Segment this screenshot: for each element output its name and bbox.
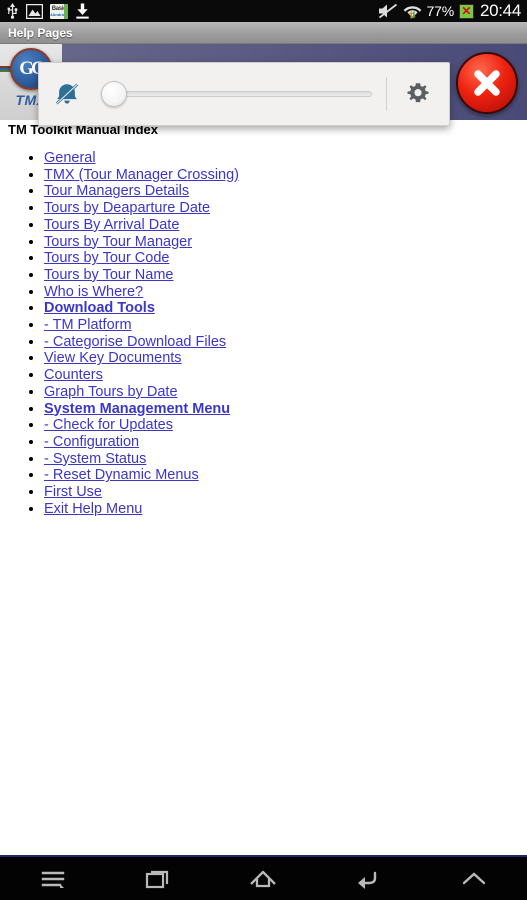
basic4android-icon: Basic 4Android	[50, 3, 68, 19]
ringer-muted-icon[interactable]	[39, 82, 95, 106]
list-item[interactable]: - System Status	[44, 451, 519, 468]
home-icon	[250, 870, 277, 887]
list-item[interactable]: First Use	[44, 484, 519, 501]
clock-label: 20:44	[479, 1, 521, 20]
usb-icon	[6, 3, 19, 19]
help-link[interactable]: - Categorise Download Files	[44, 334, 226, 350]
help-link[interactable]: Tour Managers Details	[44, 183, 189, 199]
list-item[interactable]: Tours by Tour Name	[44, 267, 519, 284]
help-link[interactable]: Graph Tours by Date	[44, 384, 178, 400]
chevron-up-icon	[463, 871, 486, 884]
sound-settings-button[interactable]	[387, 80, 449, 108]
list-item[interactable]: Exit Help Menu	[44, 501, 519, 518]
list-item[interactable]: View Key Documents	[44, 350, 519, 367]
recent-apps-icon	[145, 870, 169, 888]
list-item[interactable]: Tours by Deaparture Date	[44, 200, 519, 217]
volume-slider[interactable]	[95, 78, 386, 110]
help-link[interactable]: - TM Platform	[44, 317, 132, 333]
volume-overlay-panel[interactable]	[38, 62, 450, 126]
app-title-bar: Help Pages	[0, 22, 527, 44]
close-icon	[474, 70, 500, 96]
device-screen: Basic 4Android 77% ✕ 20:44 Help Pages GG…	[0, 0, 527, 900]
list-item[interactable]: Tours by Tour Manager	[44, 234, 519, 251]
back-button[interactable]	[321, 856, 416, 900]
help-link[interactable]: Download Tools	[44, 300, 155, 316]
list-item[interactable]: - Reset Dynamic Menus	[44, 467, 519, 484]
list-item[interactable]: - Check for Updates	[44, 417, 519, 434]
help-link[interactable]: Tours by Tour Manager	[44, 234, 192, 250]
help-link[interactable]: System Management Menu	[44, 401, 230, 417]
battery-error-icon: ✕	[458, 3, 474, 19]
list-item[interactable]: Tour Managers Details	[44, 183, 519, 200]
list-item[interactable]: General	[44, 150, 519, 167]
help-link[interactable]: Tours by Tour Name	[44, 267, 173, 283]
help-link[interactable]: - Reset Dynamic Menus	[44, 467, 199, 483]
menu-button[interactable]	[5, 856, 100, 900]
app-title: Help Pages	[8, 25, 73, 40]
home-button[interactable]	[216, 856, 311, 900]
help-link[interactable]: Exit Help Menu	[44, 501, 142, 517]
help-page-content: TM Toolkit Manual Index General TMX (Tou…	[0, 120, 527, 855]
list-item[interactable]: System Management Menu	[44, 401, 519, 418]
help-link[interactable]: Tours by Deaparture Date	[44, 200, 210, 216]
status-bar-notifications: Basic 4Android	[6, 3, 90, 19]
list-item[interactable]: - Categorise Download Files	[44, 334, 519, 351]
help-link[interactable]: - System Status	[44, 451, 146, 467]
volume-mute-icon	[378, 3, 398, 19]
android-status-bar: Basic 4Android 77% ✕ 20:44	[0, 0, 527, 22]
list-item[interactable]: Graph Tours by Date	[44, 384, 519, 401]
help-link[interactable]: Tours by Tour Code	[44, 250, 169, 266]
list-item[interactable]: - Configuration	[44, 434, 519, 451]
help-link[interactable]: TMX (Tour Manager Crossing)	[44, 167, 239, 183]
help-link[interactable]: - Check for Updates	[44, 417, 173, 433]
back-icon	[357, 871, 377, 889]
close-button[interactable]	[456, 52, 518, 114]
list-item[interactable]: TMX (Tour Manager Crossing)	[44, 167, 519, 184]
help-link[interactable]: General	[44, 150, 96, 166]
battery-error-badge: ✕	[461, 4, 472, 18]
download-icon	[75, 3, 90, 19]
list-item[interactable]: - TM Platform	[44, 317, 519, 334]
help-index-list: General TMX (Tour Manager Crossing) Tour…	[8, 150, 519, 517]
status-bar-system: 77% ✕ 20:44	[378, 1, 521, 21]
help-link[interactable]: Tours By Arrival Date	[44, 217, 179, 233]
help-link[interactable]: Counters	[44, 367, 103, 383]
help-link[interactable]: - Configuration	[44, 434, 139, 450]
android-navigation-bar	[0, 855, 527, 900]
list-item[interactable]: Who is Where?	[44, 284, 519, 301]
help-link[interactable]: View Key Documents	[44, 350, 182, 366]
gear-icon	[407, 83, 429, 103]
volume-slider-track[interactable]	[123, 91, 372, 97]
menu-icon	[41, 871, 64, 888]
list-item[interactable]: Counters	[44, 367, 519, 384]
battery-percent-label: 77%	[426, 3, 455, 19]
volume-slider-thumb[interactable]	[101, 81, 127, 107]
wifi-icon	[403, 3, 422, 19]
gallery-icon	[26, 3, 43, 19]
expand-button[interactable]	[427, 856, 522, 900]
help-link[interactable]: First Use	[44, 484, 102, 500]
recent-apps-button[interactable]	[111, 856, 206, 900]
help-link[interactable]: Who is Where?	[44, 284, 143, 300]
list-item[interactable]: Download Tools	[44, 300, 519, 317]
list-item[interactable]: Tours By Arrival Date	[44, 217, 519, 234]
list-item[interactable]: Tours by Tour Code	[44, 250, 519, 267]
